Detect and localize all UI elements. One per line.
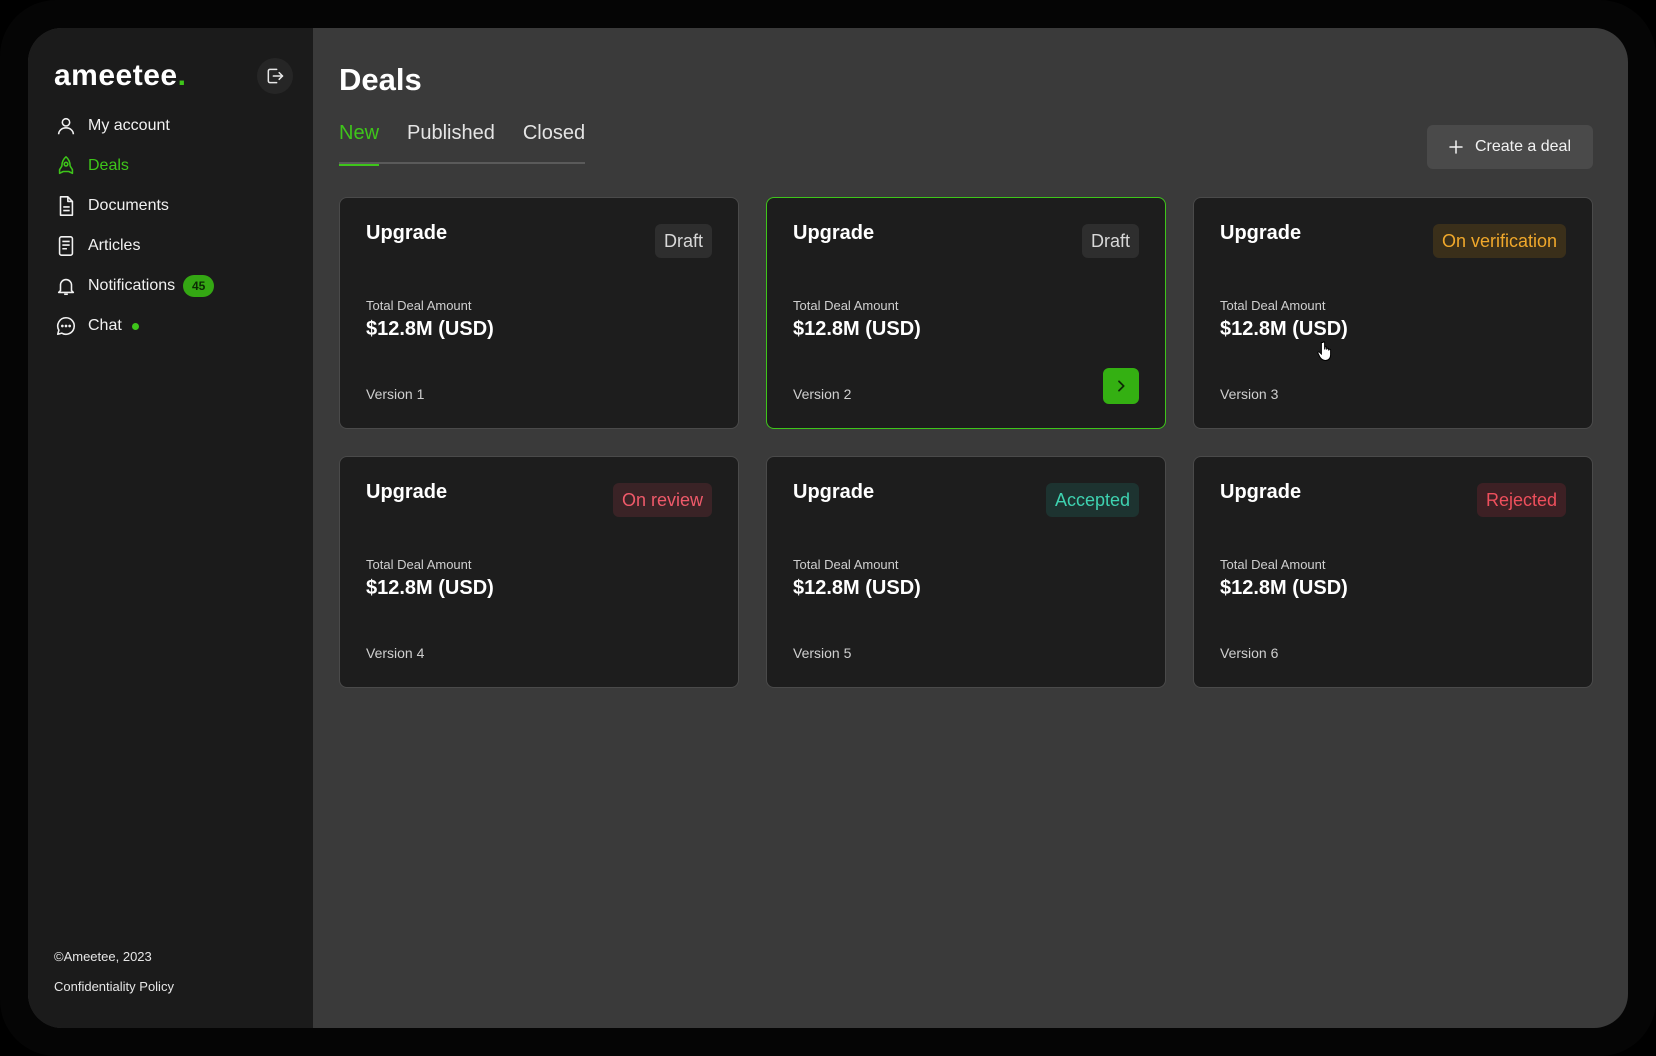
- deal-card[interactable]: Upgrade On verification Total Deal Amoun…: [1193, 197, 1593, 429]
- status-badge: On verification: [1432, 224, 1566, 258]
- plus-icon: [1449, 140, 1463, 154]
- chat-icon: [54, 314, 78, 338]
- deal-version: Version 1: [366, 386, 425, 402]
- sidebar-item-label: Articles: [88, 237, 141, 254]
- sidebar-nav: My account Deals Documents Articles Noti…: [54, 106, 287, 346]
- deal-amount: $12.8M (USD): [1220, 318, 1348, 340]
- confidentiality-policy-link[interactable]: Confidentiality Policy: [54, 972, 174, 1002]
- logout-button[interactable]: [257, 58, 293, 94]
- sidebar-item-label: My account: [88, 117, 170, 134]
- sidebar-item-label: Documents: [88, 197, 169, 214]
- sidebar-item-label: Notifications: [88, 277, 176, 294]
- logout-icon: [267, 68, 284, 84]
- status-badge: Draft: [654, 224, 712, 258]
- deal-tabs: New Published Closed: [339, 122, 586, 166]
- rocket-icon: [54, 154, 78, 178]
- sidebar-item-articles[interactable]: Articles: [54, 226, 287, 266]
- chat-online-indicator: [131, 322, 139, 330]
- status-badge: On review: [612, 483, 712, 517]
- deals-grid: Upgrade Draft Total Deal Amount $12.8M (…: [339, 197, 1593, 688]
- create-deal-button[interactable]: Create a deal: [1426, 125, 1593, 169]
- deal-amount: $12.8M (USD): [366, 318, 494, 340]
- device-frame: ameetee. My account Deals Documents Arti…: [0, 0, 1656, 1056]
- deal-version: Version 6: [1220, 645, 1279, 661]
- deal-card[interactable]: Upgrade Rejected Total Deal Amount $12.8…: [1193, 456, 1593, 688]
- user-icon: [54, 114, 78, 138]
- deal-version: Version 5: [793, 645, 852, 661]
- deal-card[interactable]: Upgrade On review Total Deal Amount $12.…: [339, 456, 739, 688]
- hand-cursor-icon: [1317, 341, 1332, 362]
- deal-version: Version 4: [366, 645, 425, 661]
- amount-label: Total Deal Amount: [1220, 557, 1326, 572]
- deal-amount: $12.8M (USD): [1220, 577, 1348, 599]
- brand-row: ameetee.: [54, 56, 293, 96]
- tab-published[interactable]: Published: [407, 122, 495, 164]
- document-icon: [54, 194, 78, 218]
- open-deal-button[interactable]: [1103, 368, 1139, 404]
- logo-dot: .: [177, 59, 187, 92]
- tab-closed[interactable]: Closed: [523, 122, 585, 164]
- create-deal-label: Create a deal: [1474, 138, 1571, 155]
- sidebar-item-deals[interactable]: Deals: [54, 146, 287, 186]
- deal-version: Version 2: [793, 386, 852, 402]
- deal-card[interactable]: Upgrade Accepted Total Deal Amount $12.8…: [766, 456, 1166, 688]
- chevron-right-icon: [1118, 380, 1125, 392]
- bell-icon: [54, 274, 78, 298]
- amount-label: Total Deal Amount: [793, 557, 899, 572]
- status-badge: Rejected: [1476, 483, 1566, 517]
- amount-label: Total Deal Amount: [793, 298, 899, 313]
- sidebar-item-my-account[interactable]: My account: [54, 106, 287, 146]
- copyright-text: ©Ameetee, 2023: [54, 949, 152, 964]
- logo-text: ameetee: [54, 59, 178, 92]
- main-content: Deals New Published Closed Create a deal…: [313, 28, 1628, 1028]
- sidebar: ameetee. My account Deals Documents Arti…: [28, 28, 313, 1028]
- deal-version: Version 3: [1220, 386, 1279, 402]
- sidebar-item-label: Chat: [88, 317, 122, 334]
- sidebar-item-documents[interactable]: Documents: [54, 186, 287, 226]
- sidebar-item-notifications[interactable]: Notifications 45: [54, 266, 287, 306]
- deal-amount: $12.8M (USD): [793, 577, 921, 599]
- deal-amount: $12.8M (USD): [793, 318, 921, 340]
- deal-card[interactable]: Upgrade Draft Total Deal Amount $12.8M (…: [339, 197, 739, 429]
- logo[interactable]: ameetee.: [54, 59, 186, 93]
- deal-amount: $12.8M (USD): [366, 577, 494, 599]
- sidebar-item-chat[interactable]: Chat: [54, 306, 287, 346]
- status-badge: Accepted: [1045, 483, 1139, 517]
- sidebar-footer: ©Ameetee, 2023 Confidentiality Policy: [54, 942, 174, 1002]
- amount-label: Total Deal Amount: [1220, 298, 1326, 313]
- article-icon: [54, 234, 78, 258]
- amount-label: Total Deal Amount: [366, 298, 472, 313]
- status-badge: Draft: [1081, 224, 1139, 258]
- page-title: Deals: [339, 62, 422, 97]
- amount-label: Total Deal Amount: [366, 557, 472, 572]
- tab-new[interactable]: New: [339, 122, 380, 166]
- app-screen: ameetee. My account Deals Documents Arti…: [28, 28, 1628, 1028]
- notifications-count-badge: 45: [183, 275, 215, 297]
- sidebar-item-label: Deals: [88, 157, 129, 174]
- deal-card[interactable]: Upgrade Draft Total Deal Amount $12.8M (…: [766, 197, 1166, 429]
